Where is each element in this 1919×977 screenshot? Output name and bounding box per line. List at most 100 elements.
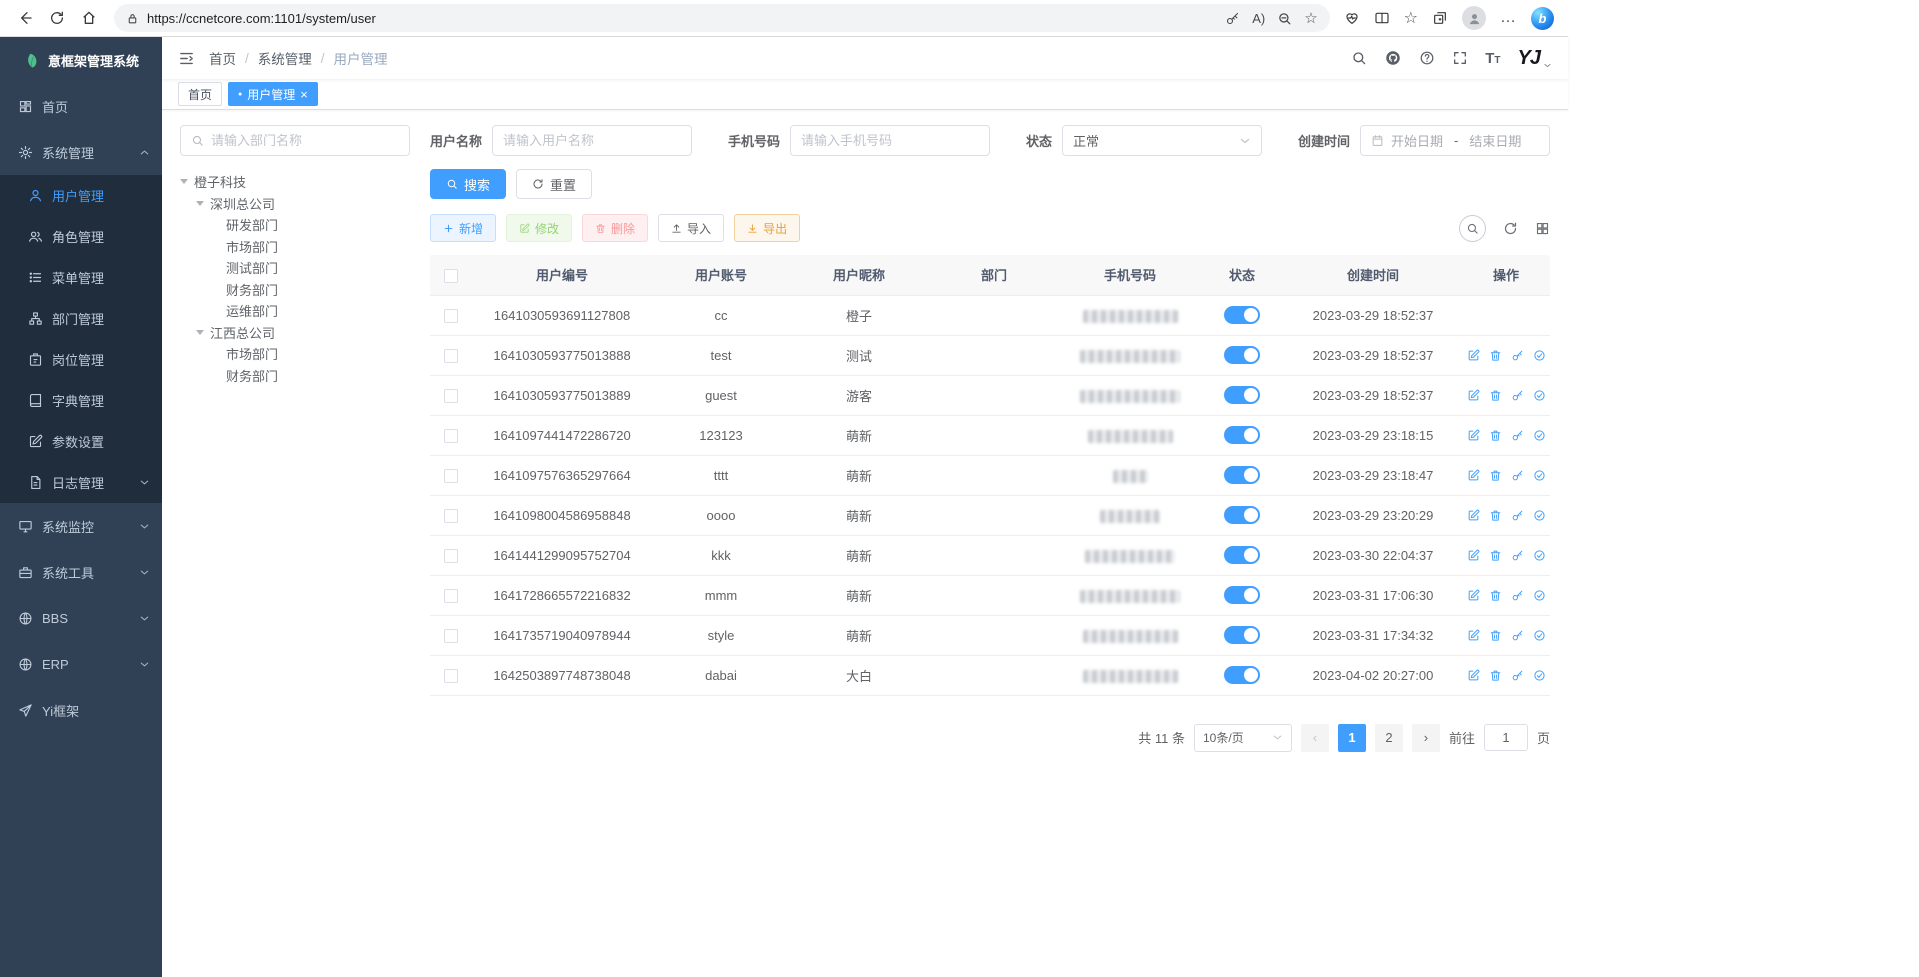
sidebar-item-yi-framework[interactable]: Yi框架 (0, 687, 162, 733)
sidebar-item-user-management[interactable]: 用户管理 (0, 175, 162, 216)
close-tab-icon[interactable]: × (300, 88, 308, 101)
sidebar-item-system-management[interactable]: 系统管理 (0, 129, 162, 175)
delete-icon[interactable] (1489, 349, 1502, 362)
next-page-button[interactable]: › (1412, 724, 1440, 752)
tab-user-management[interactable]: ● 用户管理 × (228, 82, 318, 106)
edit-icon[interactable] (1467, 669, 1480, 682)
sidebar-item-home[interactable]: 首页 (0, 83, 162, 129)
browser-back-button[interactable] (10, 3, 40, 33)
tree-node[interactable]: 深圳总公司 (180, 193, 410, 215)
reset-button[interactable]: 重置 (516, 169, 592, 199)
assign-role-icon[interactable] (1533, 509, 1546, 522)
reset-password-icon[interactable] (1511, 629, 1524, 642)
delete-icon[interactable] (1489, 549, 1502, 562)
assign-role-icon[interactable] (1533, 589, 1546, 602)
phone-input[interactable] (801, 133, 979, 148)
row-checkbox[interactable] (444, 389, 458, 403)
reset-password-icon[interactable] (1511, 589, 1524, 602)
reset-password-icon[interactable] (1511, 349, 1524, 362)
date-range-picker[interactable]: 开始日期 - 结束日期 (1360, 125, 1550, 156)
delete-icon[interactable] (1489, 469, 1502, 482)
delete-icon[interactable] (1489, 429, 1502, 442)
sidebar-item-log-management[interactable]: 日志管理 (0, 462, 162, 503)
reset-password-icon[interactable] (1511, 669, 1524, 682)
import-button[interactable]: 导入 (658, 214, 724, 242)
row-checkbox[interactable] (444, 629, 458, 643)
profile-avatar[interactable] (1462, 6, 1486, 30)
delete-icon[interactable] (1489, 629, 1502, 642)
assign-role-icon[interactable] (1533, 469, 1546, 482)
zoom-out-icon[interactable] (1277, 11, 1292, 26)
delete-icon[interactable] (1489, 669, 1502, 682)
assign-role-icon[interactable] (1533, 429, 1546, 442)
edit-icon[interactable] (1467, 629, 1480, 642)
fullscreen-icon[interactable] (1452, 50, 1468, 66)
status-toggle[interactable] (1224, 466, 1260, 484)
row-checkbox[interactable] (444, 349, 458, 363)
edit-icon[interactable] (1467, 349, 1480, 362)
app-logo[interactable]: 意框架管理系统 (0, 37, 162, 83)
row-checkbox[interactable] (444, 469, 458, 483)
export-button[interactable]: 导出 (734, 214, 800, 242)
status-toggle[interactable] (1224, 426, 1260, 444)
sidebar-item-menu-management[interactable]: 菜单管理 (0, 257, 162, 298)
reset-password-icon[interactable] (1511, 469, 1524, 482)
split-screen-icon[interactable] (1374, 10, 1390, 26)
favorites-star-icon[interactable]: ☆ (1404, 8, 1418, 28)
edit-icon[interactable] (1467, 389, 1480, 402)
goto-page-input[interactable] (1484, 724, 1528, 751)
assign-role-icon[interactable] (1533, 629, 1546, 642)
page-button-2[interactable]: 2 (1375, 724, 1403, 752)
row-checkbox[interactable] (444, 549, 458, 563)
sidebar-item-dictionary-management[interactable]: 字典管理 (0, 380, 162, 421)
edit-icon[interactable] (1467, 589, 1480, 602)
tree-node[interactable]: 研发部门 (180, 214, 410, 236)
assign-role-icon[interactable] (1533, 389, 1546, 402)
reset-password-icon[interactable] (1511, 549, 1524, 562)
delete-button[interactable]: 删除 (582, 214, 648, 242)
more-menu-icon[interactable]: … (1500, 9, 1517, 27)
tree-node[interactable]: 测试部门 (180, 257, 410, 279)
sidebar-item-department-management[interactable]: 部门管理 (0, 298, 162, 339)
sidebar-item-erp[interactable]: ERP (0, 641, 162, 687)
user-avatar-menu[interactable]: YJ (1518, 47, 1552, 70)
tab-home[interactable]: 首页 (178, 82, 222, 106)
tree-node[interactable]: 江西总公司 (180, 322, 410, 344)
row-checkbox[interactable] (444, 429, 458, 443)
tree-node[interactable]: 市场部门 (180, 343, 410, 365)
tree-node[interactable]: 橙子科技 (180, 171, 410, 193)
sidebar-item-parameter-settings[interactable]: 参数设置 (0, 421, 162, 462)
address-bar[interactable]: https://ccnetcore.com:1101/system/user A… (114, 4, 1330, 32)
row-checkbox[interactable] (444, 509, 458, 523)
sidebar-item-system-tools[interactable]: 系统工具 (0, 549, 162, 595)
assign-role-icon[interactable] (1533, 349, 1546, 362)
row-checkbox[interactable] (444, 309, 458, 323)
sidebar-toggle-button[interactable] (178, 50, 195, 67)
row-checkbox[interactable] (444, 589, 458, 603)
delete-icon[interactable] (1489, 509, 1502, 522)
browser-refresh-button[interactable] (42, 3, 72, 33)
select-all-checkbox[interactable] (444, 269, 458, 283)
tree-node[interactable]: 运维部门 (180, 300, 410, 322)
password-key-icon[interactable] (1225, 11, 1240, 26)
add-favorite-star-icon[interactable]: ☆ (1304, 9, 1317, 27)
breadcrumb-home[interactable]: 首页 (209, 48, 236, 68)
edit-icon[interactable] (1467, 469, 1480, 482)
caret-down-icon[interactable] (180, 179, 188, 184)
tree-node[interactable]: 市场部门 (180, 236, 410, 258)
search-icon[interactable] (1351, 50, 1367, 66)
column-settings-button[interactable] (1535, 221, 1550, 236)
status-toggle[interactable] (1224, 386, 1260, 404)
status-toggle[interactable] (1224, 346, 1260, 364)
row-checkbox[interactable] (444, 669, 458, 683)
browser-essentials-icon[interactable] (1344, 10, 1360, 26)
edit-icon[interactable] (1467, 549, 1480, 562)
copilot-bing-icon[interactable]: b (1531, 7, 1554, 30)
department-search-input[interactable] (211, 133, 399, 148)
edit-icon[interactable] (1467, 509, 1480, 522)
page-button-1[interactable]: 1 (1338, 724, 1366, 752)
add-button[interactable]: 新增 (430, 214, 496, 242)
delete-icon[interactable] (1489, 589, 1502, 602)
page-size-select[interactable]: 10条/页 (1194, 724, 1292, 752)
status-toggle[interactable] (1224, 306, 1260, 324)
